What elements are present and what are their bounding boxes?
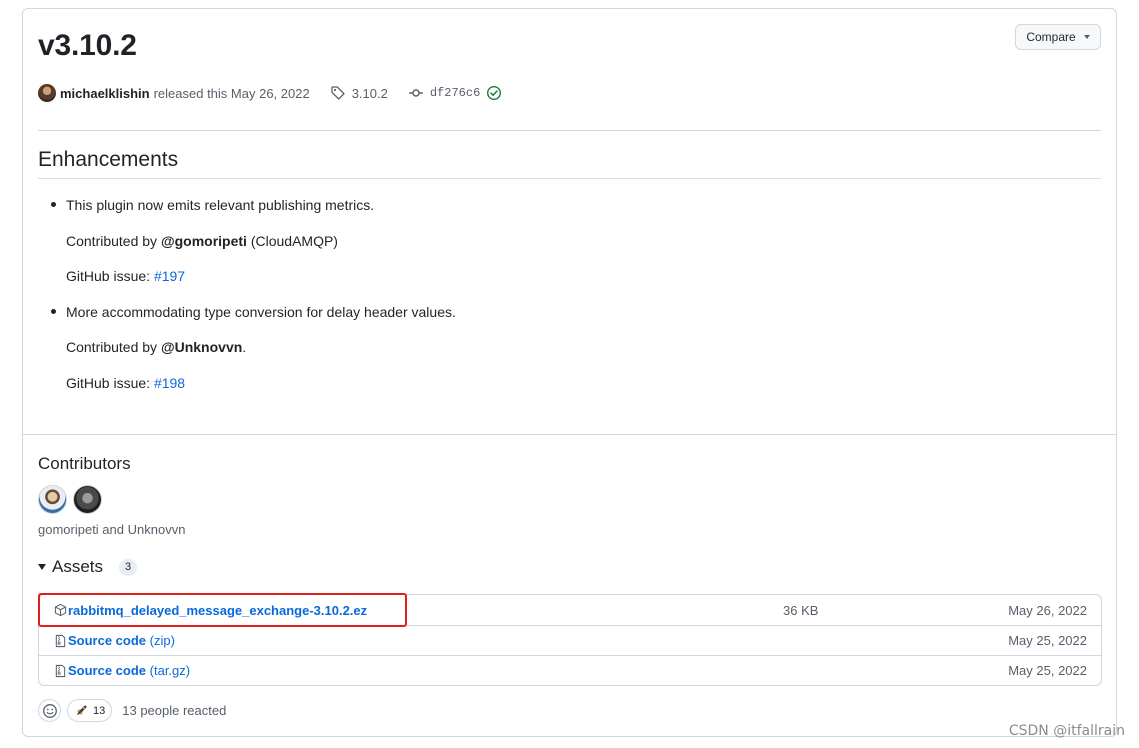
reactions-bar: 13 13 people reacted	[38, 699, 226, 722]
asset-row: rabbitmq_delayed_message_exchange-3.10.2…	[39, 595, 1101, 625]
file-zip-icon	[55, 634, 66, 648]
contributed-line: Contributed by @Unknovvn.	[66, 337, 966, 373]
section-divider	[23, 434, 1116, 435]
author-link[interactable]: michaelklishin	[60, 86, 150, 101]
verified-check-icon[interactable]	[486, 85, 502, 101]
contributed-prefix: Contributed by	[66, 339, 161, 355]
assets-toggle[interactable]: Assets 3	[38, 557, 138, 577]
release-meta: michaelklishin released this May 26, 202…	[38, 82, 502, 104]
asset-row: Source code (zip) May 25, 2022	[39, 625, 1101, 655]
assets-heading: Assets	[52, 557, 104, 576]
asset-link[interactable]: Source code (zip)	[68, 633, 175, 648]
asset-link[interactable]: rabbitmq_delayed_message_exchange-3.10.2…	[68, 603, 367, 618]
avatar[interactable]	[38, 485, 67, 514]
bullet	[51, 308, 56, 314]
contributor-avatars	[38, 485, 102, 514]
tag-link[interactable]: 3.10.2	[330, 85, 388, 101]
list-item: This plugin now emits relevant publishin…	[51, 195, 966, 231]
issue-prefix: GitHub issue:	[66, 374, 154, 391]
asset-size: 36 KB	[783, 602, 819, 618]
contributor-mention[interactable]: @gomoripeti	[161, 233, 247, 249]
file-zip-icon	[55, 664, 66, 678]
tag-icon	[331, 86, 345, 100]
rocket-icon	[76, 705, 87, 716]
rocket-count: 13	[93, 704, 106, 717]
assets-count-badge: 3	[119, 558, 138, 576]
contributed-prefix: Contributed by	[66, 232, 161, 249]
package-icon	[54, 603, 67, 617]
asset-date: May 26, 2022	[1008, 602, 1087, 618]
release-title[interactable]: v3.10.2	[38, 29, 137, 63]
release-card: v3.10.2 Compare michaelklishin released …	[22, 8, 1117, 737]
commit-link[interactable]: df276c6	[408, 85, 502, 101]
list-item-text: More accommodating type conversion for d…	[66, 303, 456, 320]
notes-heading: Enhancements	[38, 148, 179, 171]
asset-row: Source code (tar.gz) May 25, 2022	[39, 655, 1101, 685]
compare-label: Compare	[1026, 30, 1076, 44]
triangle-down-icon	[38, 564, 46, 570]
avatar[interactable]	[38, 84, 56, 102]
tag-label: 3.10.2	[351, 85, 388, 101]
issue-link[interactable]: #197	[154, 268, 185, 284]
compare-button[interactable]: Compare	[1015, 24, 1101, 50]
reactions-summary: 13 people reacted	[122, 703, 227, 718]
notes-list: This plugin now emits relevant publishin…	[51, 195, 966, 409]
avatar[interactable]	[73, 485, 102, 514]
asset-date: May 25, 2022	[1008, 633, 1087, 648]
list-item: More accommodating type conversion for d…	[51, 302, 966, 338]
watermark: CSDN @itfallrain	[1008, 723, 1125, 739]
contributor-mention[interactable]: @Unknovvn	[161, 339, 242, 355]
issue-link[interactable]: #198	[154, 375, 185, 391]
divider	[38, 130, 1101, 131]
contributed-suffix: .	[242, 339, 247, 355]
released-text: released this May 26, 2022	[153, 85, 310, 101]
commit-sha: df276c6	[429, 86, 481, 100]
contributor-names: gomoripeti and Unknovvn	[38, 522, 186, 537]
issue-line: GitHub issue: #197	[66, 266, 966, 302]
issue-prefix: GitHub issue:	[66, 268, 154, 284]
asset-date: May 25, 2022	[1008, 663, 1087, 678]
contributors-heading: Contributors	[38, 454, 131, 473]
smiley-icon	[42, 703, 57, 718]
bullet	[51, 202, 56, 207]
chevron-down-icon	[1083, 35, 1090, 39]
contributed-suffix: (CloudAMQP)	[246, 232, 338, 249]
issue-line: GitHub issue: #198	[66, 373, 966, 409]
contributed-line: Contributed by @gomoripeti (CloudAMQP)	[66, 231, 966, 267]
add-reaction-button[interactable]	[38, 699, 61, 722]
asset-link[interactable]: Source code (tar.gz)	[68, 663, 190, 678]
rocket-reaction-button[interactable]: 13	[67, 699, 113, 722]
list-item-text: This plugin now emits relevant publishin…	[66, 197, 375, 213]
commit-icon	[408, 89, 423, 97]
heading-divider	[38, 178, 1101, 179]
assets-list: rabbitmq_delayed_message_exchange-3.10.2…	[38, 594, 1102, 686]
